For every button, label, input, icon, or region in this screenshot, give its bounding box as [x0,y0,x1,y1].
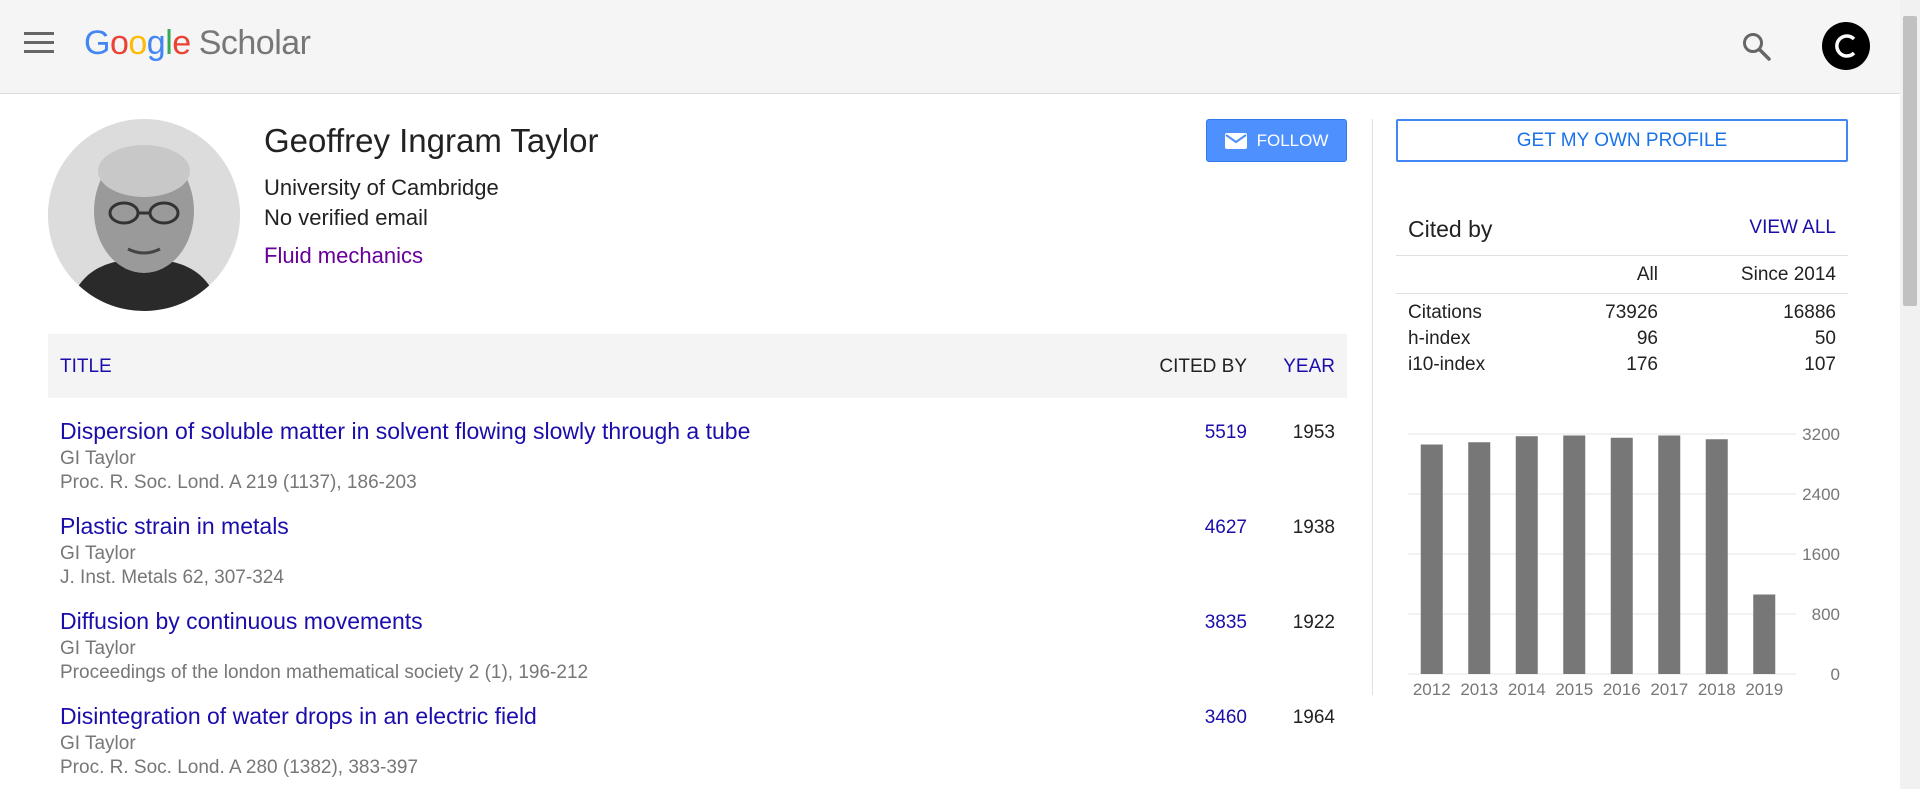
logo-letter: g [146,24,166,62]
article-year: 1964 [1292,707,1335,728]
article-authors: GI Taylor [60,733,136,754]
scroll-thumb[interactable] [1903,16,1917,306]
get-my-own-profile-button[interactable]: GET MY OWN PROFILE [1396,119,1848,162]
y-tick-label: 1600 [1802,545,1840,564]
chart-bar-2012[interactable] [1420,444,1443,675]
stats-all-value: 176 [1626,354,1658,375]
article-cited-by-link[interactable]: 5519 [1205,422,1247,444]
logo-letter: G [84,24,110,62]
chart-bar-2017[interactable] [1658,435,1681,675]
article-venue: Proc. R. Soc. Lond. A 219 (1137), 186-20… [60,472,417,493]
x-tick-label: 2014 [1508,680,1546,699]
stats-col-since: Since 2014 [1740,264,1836,285]
stats-all-value: 96 [1636,328,1658,349]
chart-bar-2019[interactable] [1753,594,1776,675]
x-tick-label: 2013 [1460,680,1498,699]
article-authors: GI Taylor [60,638,136,659]
cited-by-title: Cited by [1408,216,1493,242]
y-tick-label: 2400 [1802,485,1840,504]
article-row: Disintegration of water drops in an elec… [48,703,1347,789]
cited-by-header: Cited by VIEW ALL [1396,210,1848,256]
stats-row-i10-index: i10-index 176 107 [1396,354,1848,380]
stats-since-value: 16886 [1783,302,1836,323]
article-title-link[interactable]: Disintegration of water drops in an elec… [60,703,537,730]
citations-per-year-chart: 0 800 1600 2400 3200 2012 2013 2014 2015 2016 2017… [1408,425,1840,699]
chart-bar-2015[interactable] [1563,435,1586,675]
follow-button[interactable]: FOLLOW [1206,119,1347,162]
y-tick-label: 0 [1831,665,1840,684]
search-icon[interactable] [1740,30,1774,64]
chart-bar-2013[interactable] [1468,442,1491,674]
profile-photo [48,119,240,311]
article-cited-by-link[interactable]: 3460 [1205,707,1247,729]
stats-label: Citations [1408,302,1482,323]
chart-bar-2018[interactable] [1705,439,1728,674]
article-year: 1938 [1292,517,1335,538]
logo-letter: e [172,24,191,62]
view-all-link[interactable]: VIEW ALL [1749,217,1836,239]
stats-all-value: 73926 [1605,302,1658,323]
citation-stats-table: All Since 2014 Citations 73926 16886 h-i… [1396,258,1848,380]
account-avatar[interactable] [1822,22,1870,70]
article-title-link[interactable]: Plastic strain in metals [60,513,289,540]
sort-by-year[interactable]: YEAR [1283,356,1335,378]
y-tick-label: 3200 [1802,425,1840,444]
article-row: Plastic strain in metals GI Taylor J. In… [48,513,1347,605]
sort-by-cited-by[interactable]: CITED BY [1159,356,1247,378]
envelope-icon [1224,132,1247,149]
article-venue: J. Inst. Metals 62, 307-324 [60,567,284,588]
x-tick-label: 2016 [1603,680,1641,699]
stats-col-all: All [1636,264,1658,285]
x-tick-label: 2019 [1745,680,1783,699]
logo-product-name: Scholar [198,24,311,62]
page-scrollbar[interactable] [1900,0,1920,789]
article-title-link[interactable]: Diffusion by continuous movements [60,608,423,635]
article-row: Diffusion by continuous movements GI Tay… [48,608,1347,700]
y-tick-label: 800 [1812,605,1840,624]
profile-email-status: No verified email [264,205,428,230]
chart-bar-2016[interactable] [1610,437,1633,674]
article-venue: Proceedings of the london mathematical s… [60,662,589,683]
sort-by-title[interactable]: TITLE [60,356,112,378]
stats-row-citations: Citations 73926 16886 [1396,302,1848,328]
article-authors: GI Taylor [60,448,136,469]
x-tick-label: 2015 [1555,680,1593,699]
stats-row-h-index: h-index 96 50 [1396,328,1848,354]
logo-letter: o [109,24,129,62]
stats-header-row: All Since 2014 [1396,258,1848,294]
article-cited-by-link[interactable]: 4627 [1205,517,1247,539]
follow-button-label: FOLLOW [1256,130,1329,150]
x-tick-label: 2018 [1698,680,1736,699]
google-scholar-logo[interactable]: Google Scholar [84,24,311,63]
menu-icon[interactable] [24,32,58,60]
article-year: 1922 [1292,612,1335,633]
articles-table-header: TITLE CITED BY YEAR [48,334,1347,398]
profile-name: Geoffrey Ingram Taylor [264,122,599,159]
article-title-link[interactable]: Dispersion of soluble matter in solvent … [60,418,750,445]
panel-divider [1372,119,1373,695]
article-venue: Proc. R. Soc. Lond. A 280 (1382), 383-39… [60,757,419,778]
article-row: Dispersion of soluble matter in solvent … [48,418,1347,510]
profile-affiliation: University of Cambridge [264,175,499,200]
x-tick-label: 2012 [1413,680,1451,699]
top-bar: Google Scholar [0,0,1900,94]
stats-label: h-index [1408,328,1471,349]
chart-bar-2014[interactable] [1515,436,1538,674]
research-interest-link[interactable]: Fluid mechanics [264,243,423,269]
article-cited-by-link[interactable]: 3835 [1205,612,1247,634]
stats-since-value: 107 [1804,354,1836,375]
stats-label: i10-index [1408,354,1486,375]
logo-letter: o [128,24,147,62]
stats-since-value: 50 [1814,328,1836,349]
article-year: 1953 [1292,422,1335,443]
article-authors: GI Taylor [60,543,136,564]
x-tick-label: 2017 [1650,680,1688,699]
